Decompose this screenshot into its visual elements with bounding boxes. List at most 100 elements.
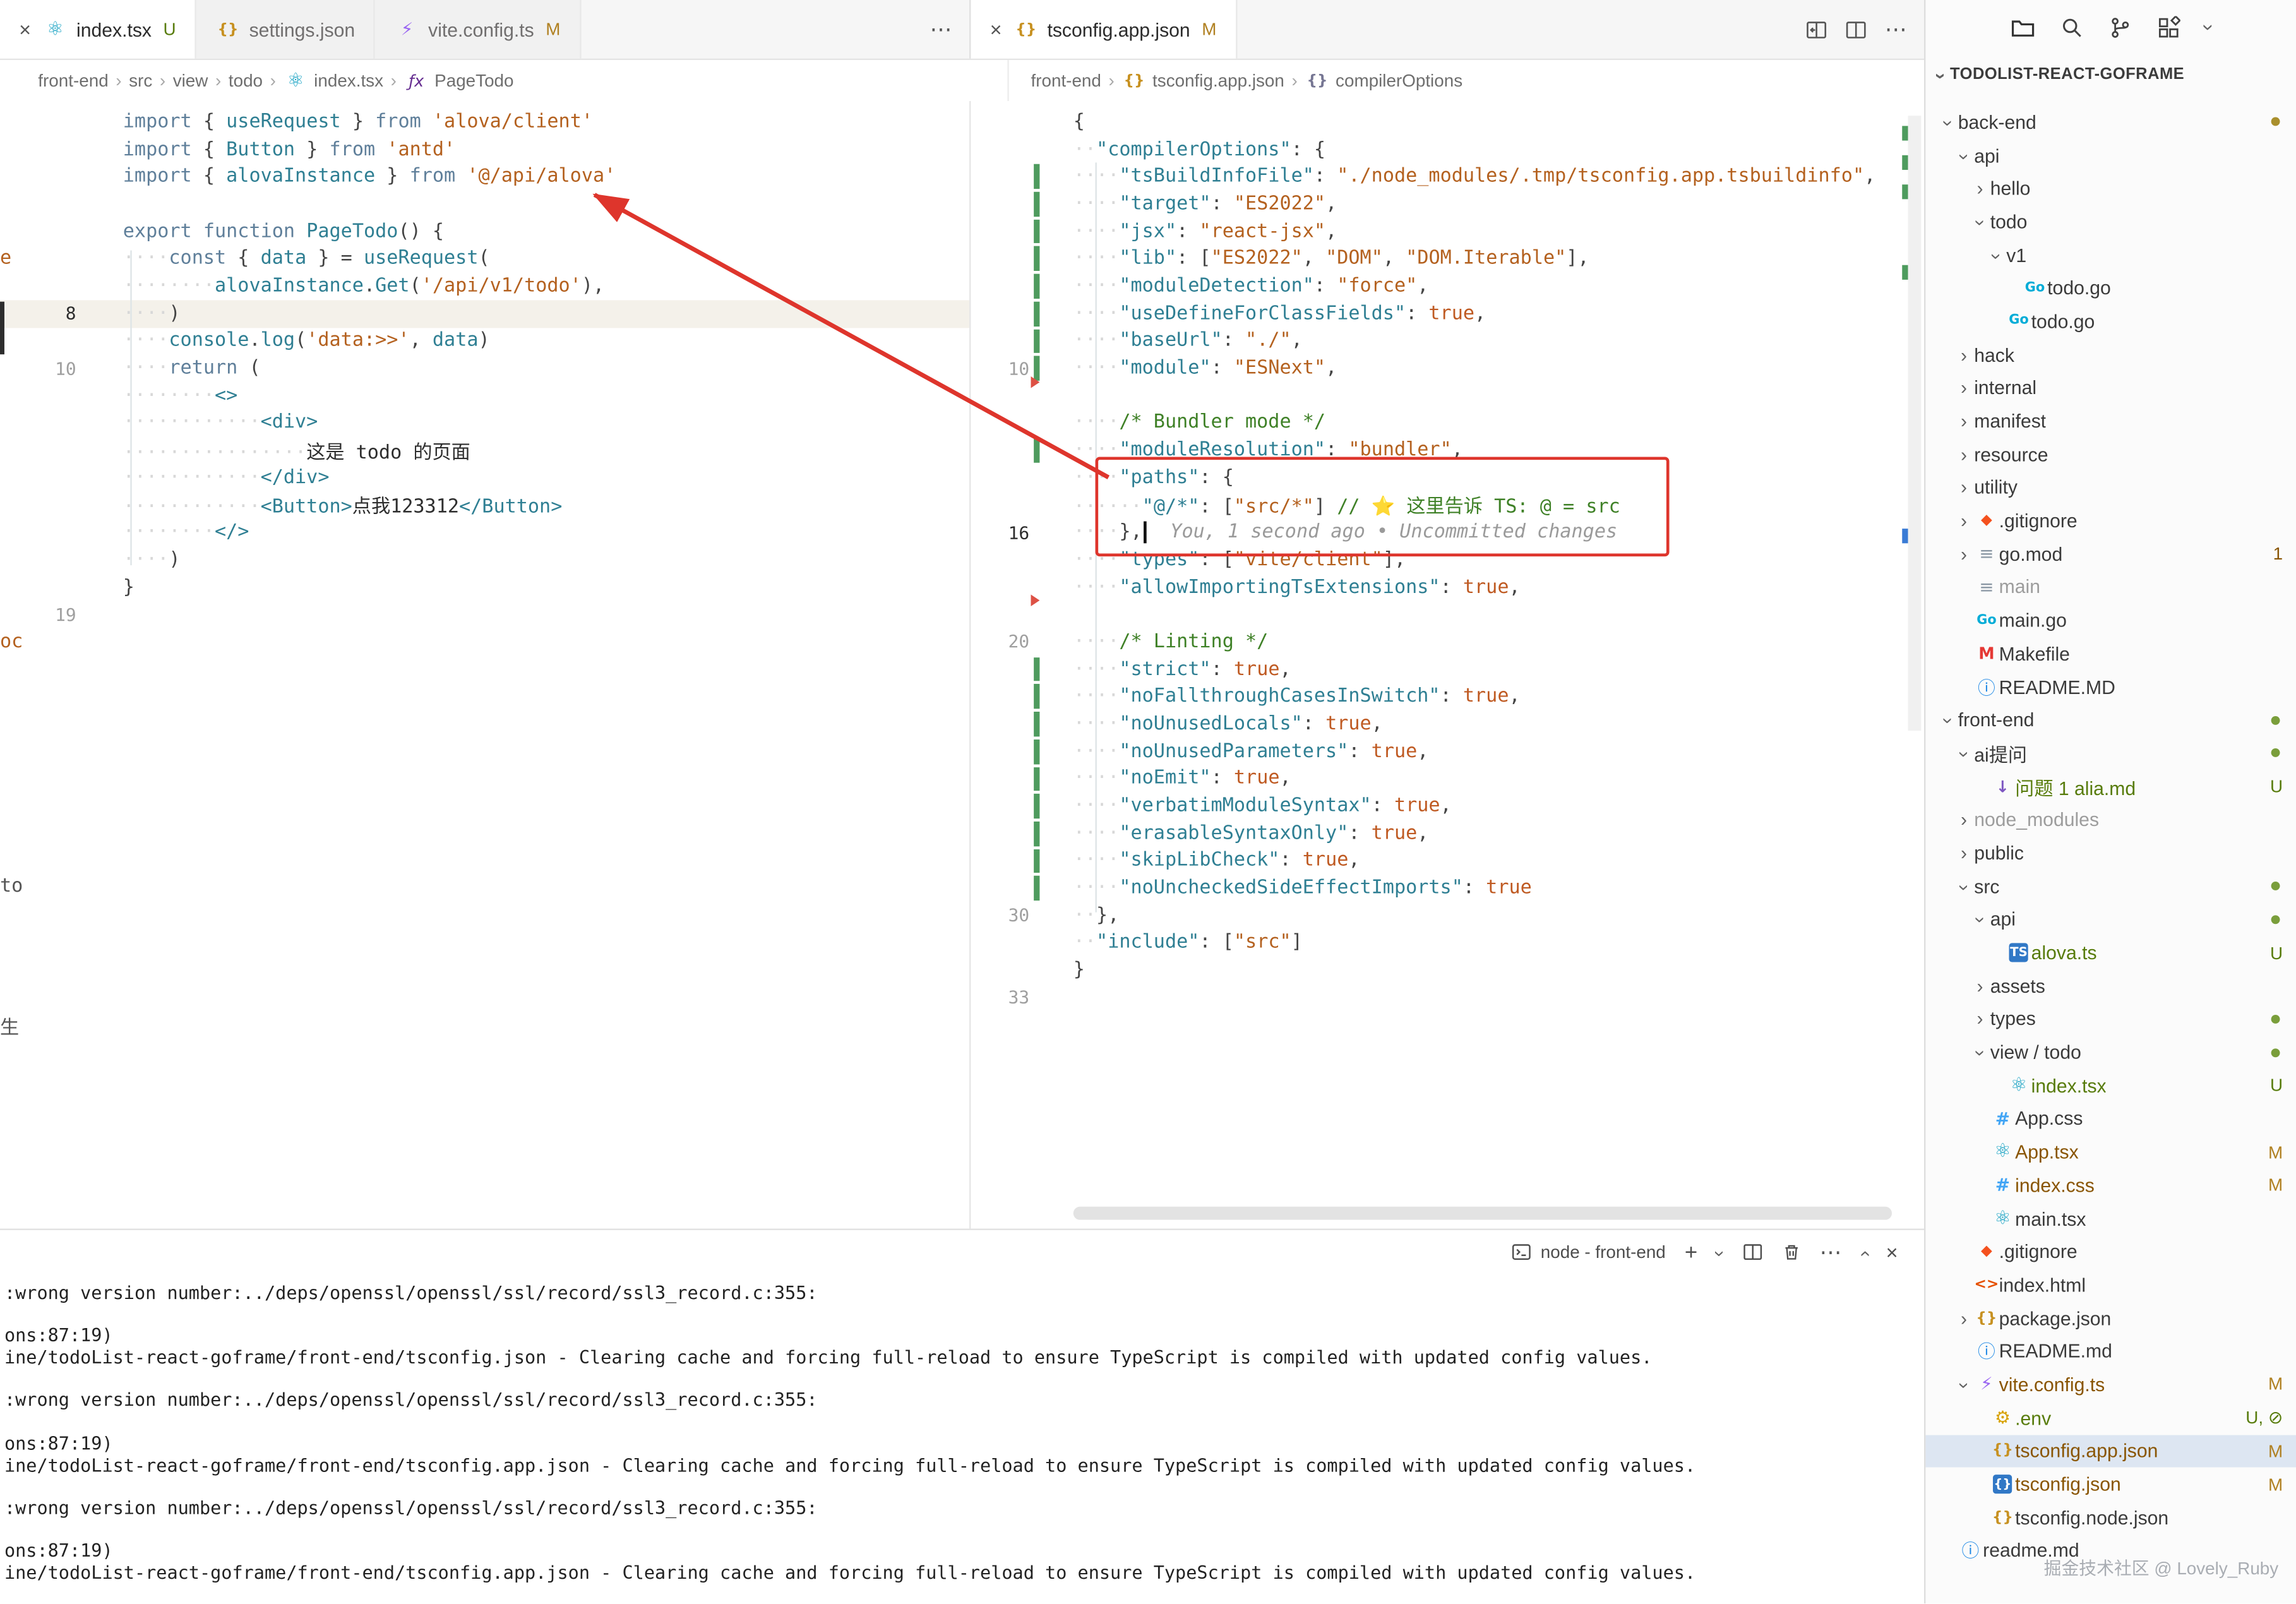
tree-item-manifest[interactable]: ›manifest bbox=[1926, 404, 2296, 438]
terminal-dropdown-chevron-icon[interactable]: › bbox=[1716, 1243, 1723, 1262]
tree-item-todo-go-v1[interactable]: Gotodo.go bbox=[1926, 272, 2296, 305]
tree-item-public[interactable]: ›public bbox=[1926, 836, 2296, 870]
more-actions-icon[interactable]: ⋯ bbox=[1885, 16, 1907, 43]
tree-item-front-end[interactable]: ›front-end bbox=[1926, 703, 2296, 737]
tree-item-index-css[interactable]: #index.cssM bbox=[1926, 1168, 2296, 1202]
tree-item-ai-tiwen[interactable]: ›ai提问 bbox=[1926, 737, 2296, 770]
close-panel-icon[interactable]: × bbox=[1886, 1240, 1898, 1264]
tree-item-readme-backend[interactable]: ⓘREADME.MD bbox=[1926, 670, 2296, 703]
close-icon[interactable]: × bbox=[19, 18, 31, 41]
tree-item-v1[interactable]: ›v1 bbox=[1926, 238, 2296, 272]
tree-item-main-bin[interactable]: ≡main bbox=[1926, 571, 2296, 604]
tree-item-index-html[interactable]: <>index.html bbox=[1926, 1268, 2296, 1302]
tree-item-back-end[interactable]: ›back-end bbox=[1926, 105, 2296, 139]
explorer-icon[interactable] bbox=[2010, 15, 2035, 40]
tree-item-main-go[interactable]: Gomain.go bbox=[1926, 604, 2296, 637]
tab-settings-json[interactable]: {}settings.json bbox=[196, 0, 376, 59]
breadcrumb-label: PageTodo bbox=[434, 70, 513, 90]
tree-item-tsconfig-json[interactable]: {}tsconfig.jsonM bbox=[1926, 1468, 2296, 1501]
tree-item-src-api[interactable]: ›api bbox=[1926, 903, 2296, 937]
close-icon[interactable]: × bbox=[990, 18, 1002, 41]
gutter-decoration bbox=[1029, 109, 1044, 136]
gutter-decoration bbox=[1029, 957, 1044, 984]
explorer-root-header[interactable]: › TODOLIST-REACT-GOFRAME bbox=[1926, 56, 2296, 93]
tree-item-types[interactable]: ›types bbox=[1926, 1002, 2296, 1036]
chevron-right-icon: › bbox=[1976, 976, 1983, 995]
tree-item-readme-frontend[interactable]: ⓘREADME.md bbox=[1926, 1335, 2296, 1368]
gutter-decoration bbox=[1029, 519, 1044, 546]
tree-item-wenti-1-alia-md[interactable]: ↓问题 1 alia.mdU bbox=[1926, 770, 2296, 803]
overview-ruler[interactable] bbox=[1898, 101, 1925, 1229]
tree-item-alova-ts[interactable]: TSalova.tsU bbox=[1926, 936, 2296, 969]
chevron-right-icon: › bbox=[1961, 544, 1967, 563]
new-terminal-button[interactable]: + bbox=[1685, 1240, 1697, 1264]
tree-item-main-tsx[interactable]: ⚛main.tsx bbox=[1926, 1202, 2296, 1235]
tree-item-env[interactable]: ⚙.envU, ⊘ bbox=[1926, 1401, 2296, 1435]
views-chevron-icon[interactable]: › bbox=[2205, 15, 2212, 41]
breadcrumb-item[interactable]: {}tsconfig.app.json bbox=[1121, 70, 1284, 90]
tree-item-makefile[interactable]: MMakefile bbox=[1926, 637, 2296, 671]
tree-item-app-css[interactable]: #App.css bbox=[1926, 1102, 2296, 1135]
maximize-panel-icon[interactable]: › bbox=[1860, 1243, 1867, 1262]
split-editor-icon[interactable] bbox=[1845, 18, 1867, 40]
gutter-decoration bbox=[1029, 984, 1044, 1011]
breadcrumb-item[interactable]: src bbox=[129, 70, 152, 90]
breadcrumb-item[interactable]: view bbox=[173, 70, 208, 90]
breadcrumb-item[interactable]: ⚛index.tsx bbox=[283, 69, 383, 92]
tree-item-src[interactable]: ›src bbox=[1926, 870, 2296, 903]
editor-tsconfig-app-json[interactable]: {··"compilerOptions": {····"tsBuildInfoF… bbox=[971, 101, 1924, 1229]
scrollbar-thumb[interactable] bbox=[1908, 116, 1922, 731]
chevron-slot: › bbox=[1970, 976, 1990, 995]
breadcrumb-item[interactable]: front-end bbox=[38, 70, 108, 90]
toggle-layout-icon[interactable] bbox=[1806, 18, 1828, 40]
more-actions-icon[interactable]: ⋯ bbox=[930, 16, 952, 43]
tree-item-gitignore-frontend[interactable]: ◆.gitignore bbox=[1926, 1235, 2296, 1269]
chevron-right-icon: › bbox=[1961, 810, 1967, 829]
tree-item-gitignore-backend[interactable]: ›◆.gitignore bbox=[1926, 504, 2296, 537]
editor-index-tsx[interactable]: import { useRequest } from 'alova/client… bbox=[0, 101, 971, 1229]
tree-item-internal[interactable]: ›internal bbox=[1926, 371, 2296, 405]
tree-item-hack[interactable]: ›hack bbox=[1926, 338, 2296, 371]
horizontal-scrollbar[interactable] bbox=[1073, 1207, 1892, 1220]
tree-item-node-modules[interactable]: ›node_modules bbox=[1926, 803, 2296, 837]
code-text: ··"compilerOptions": { bbox=[1044, 138, 1325, 160]
tree-item-todo-go[interactable]: Gotodo.go bbox=[1926, 305, 2296, 338]
chevron-slot: › bbox=[1970, 1010, 1990, 1029]
line-number: 20 bbox=[971, 631, 1029, 652]
tree-item-tsconfig-node-json[interactable]: {}tsconfig.node.json bbox=[1926, 1501, 2296, 1535]
source-control-icon[interactable] bbox=[2108, 16, 2132, 40]
split-terminal-icon[interactable] bbox=[1742, 1242, 1762, 1262]
tree-item-label: Makefile bbox=[1999, 643, 2070, 665]
tree-item-app-tsx[interactable]: ⚛App.tsxM bbox=[1926, 1135, 2296, 1169]
tree-item-todo[interactable]: ›todo bbox=[1926, 205, 2296, 239]
chevron-slot: › bbox=[1986, 246, 2006, 265]
tree-item-assets[interactable]: ›assets bbox=[1926, 969, 2296, 1003]
tree-item-package-json[interactable]: ›{}package.json bbox=[1926, 1302, 2296, 1335]
breadcrumb-item[interactable]: todo bbox=[229, 70, 263, 90]
tree-item-hello[interactable]: ›hello bbox=[1926, 172, 2296, 205]
tree-item-label: v1 bbox=[2006, 244, 2026, 266]
gutter-decoration bbox=[76, 491, 91, 518]
breadcrumb-item[interactable]: {}compilerOptions bbox=[1305, 70, 1462, 90]
tree-item-view-todo[interactable]: ›view / todo bbox=[1926, 1036, 2296, 1069]
kill-terminal-icon[interactable] bbox=[1781, 1242, 1800, 1262]
tree-item-vite-config-ts[interactable]: ›⚡vite.config.tsM bbox=[1926, 1368, 2296, 1401]
terminal-more-icon[interactable]: ⋯ bbox=[1820, 1239, 1842, 1266]
terminal-icon bbox=[1511, 1242, 1531, 1262]
tab-vite-config-ts[interactable]: ⚡vite.config.tsM bbox=[376, 0, 581, 59]
tree-item-utility[interactable]: ›utility bbox=[1926, 471, 2296, 505]
tree-item-api[interactable]: ›api bbox=[1926, 139, 2296, 172]
code-line bbox=[971, 601, 1924, 628]
tree-item-resource[interactable]: ›resource bbox=[1926, 438, 2296, 471]
search-icon[interactable] bbox=[2060, 16, 2083, 40]
tree-item-tsconfig-app-json[interactable]: {}tsconfig.app.jsonM bbox=[1926, 1434, 2296, 1468]
breadcrumb-item[interactable]: front-end bbox=[1031, 70, 1101, 90]
terminal-tab[interactable]: node - front-end bbox=[1511, 1242, 1665, 1262]
extensions-icon[interactable] bbox=[2156, 16, 2180, 40]
tree-item-index-tsx[interactable]: ⚛index.tsxU bbox=[1926, 1069, 2296, 1103]
terminal-output[interactable]: :wrong version number:../deps/openssl/op… bbox=[0, 1274, 1924, 1603]
tree-item-go-mod[interactable]: ›≡go.mod1 bbox=[1926, 537, 2296, 571]
tab-index-tsx[interactable]: ×⚛index.tsxU bbox=[0, 0, 196, 59]
tab-tsconfig-app-json[interactable]: ×{}tsconfig.app.jsonM bbox=[971, 0, 1236, 59]
breadcrumb-item[interactable]: ƒxPageTodo bbox=[404, 70, 513, 90]
